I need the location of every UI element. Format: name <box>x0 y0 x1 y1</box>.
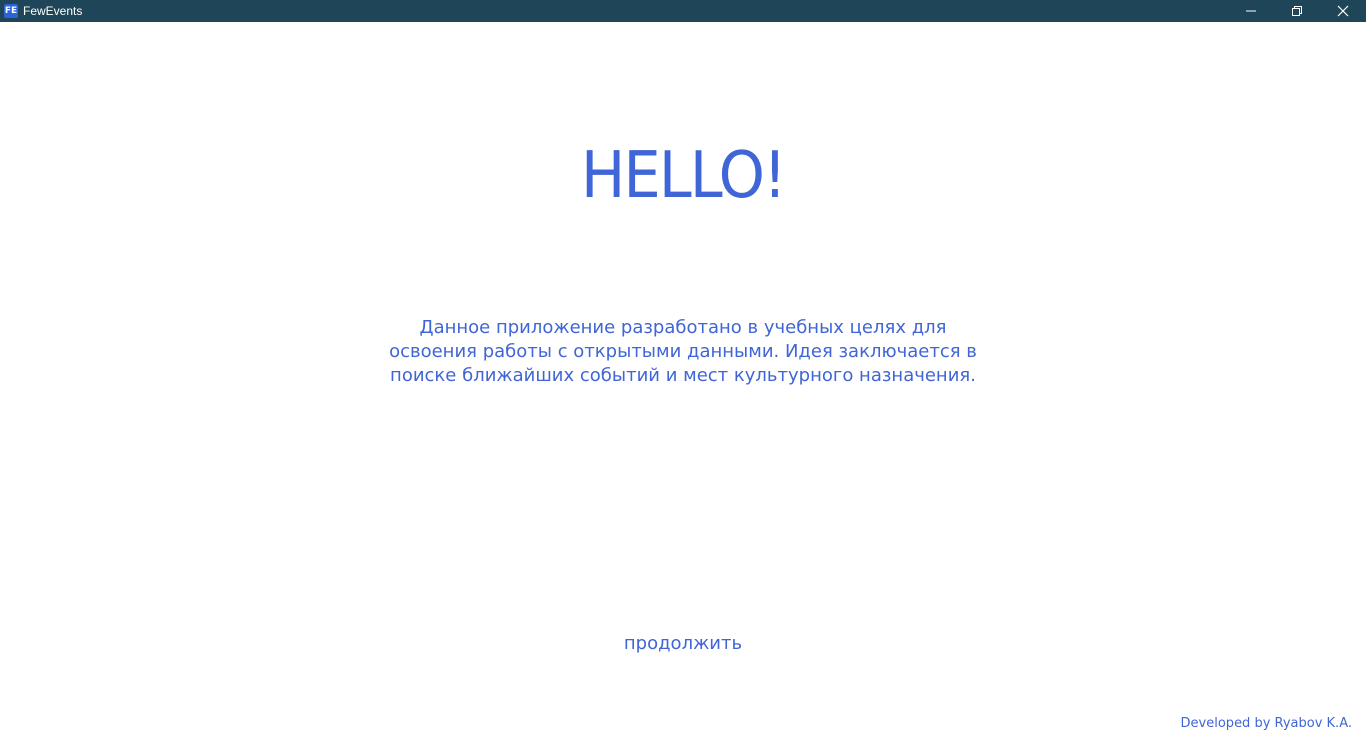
close-button[interactable] <box>1320 0 1366 22</box>
restore-icon <box>1292 6 1302 16</box>
minimize-icon <box>1246 10 1256 12</box>
window-titlebar[interactable]: FE FewEvents <box>0 0 1366 22</box>
app-description: Данное приложение разработано в учебных … <box>389 317 977 386</box>
continue-button[interactable]: продолжить <box>583 632 783 656</box>
app-icon: FE <box>4 4 18 18</box>
window-title: FewEvents <box>23 4 83 18</box>
restore-button[interactable] <box>1274 0 1320 22</box>
close-icon <box>1337 5 1349 17</box>
developer-credits: Developed by Ryabov K.A. <box>1180 716 1352 731</box>
hello-heading: HELLO! <box>581 139 787 213</box>
minimize-button[interactable] <box>1228 0 1274 22</box>
